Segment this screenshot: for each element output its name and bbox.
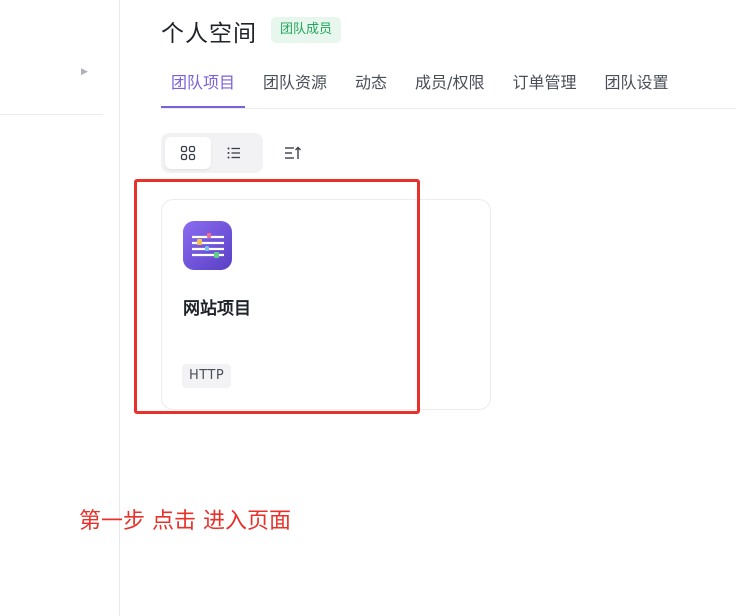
page-title: 个人空间 bbox=[161, 21, 257, 47]
role-badge: 团队成员 bbox=[271, 17, 342, 43]
grid-view-button[interactable] bbox=[165, 137, 211, 169]
sort-button[interactable] bbox=[281, 141, 305, 165]
tab-bar: 团队项目 团队资源 动态 成员/权限 订单管理 团队设置 bbox=[161, 61, 736, 109]
tab-members-permissions[interactable]: 成员/权限 bbox=[405, 61, 494, 100]
project-card[interactable]: 网站项目 HTTP bbox=[161, 199, 491, 410]
project-name: 网站项目 bbox=[183, 299, 251, 319]
list-view-icon bbox=[227, 147, 240, 159]
api-doc-icon bbox=[183, 221, 232, 270]
tab-team-resources[interactable]: 团队资源 bbox=[253, 61, 337, 100]
view-mode-toggle bbox=[161, 133, 263, 173]
caret-right-icon[interactable]: ▶ bbox=[81, 67, 88, 77]
sort-icon bbox=[285, 146, 301, 159]
annotation-instruction: 第一步 点击 进入页面 bbox=[79, 509, 291, 534]
sidebar-divider bbox=[0, 114, 103, 115]
tab-team-projects[interactable]: 团队项目 bbox=[161, 61, 246, 108]
tab-activity[interactable]: 动态 bbox=[345, 61, 397, 100]
tab-orders[interactable]: 订单管理 bbox=[502, 61, 586, 100]
list-view-button[interactable] bbox=[211, 137, 257, 169]
grid-view-icon bbox=[180, 145, 196, 161]
protocol-tag: HTTP bbox=[182, 364, 232, 388]
tab-team-settings[interactable]: 团队设置 bbox=[594, 61, 678, 100]
